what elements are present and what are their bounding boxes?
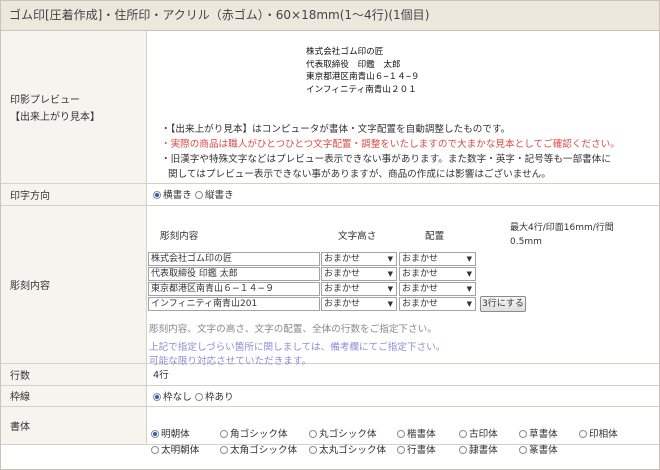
engraving-max-info: 最大4行/印面16mm/行間 0.5mm xyxy=(510,223,614,247)
radio-icon[interactable] xyxy=(151,446,159,454)
radio-icon[interactable] xyxy=(519,446,527,454)
direction-row: 印字方向 横書き 縦書き xyxy=(1,183,659,206)
font-option-gyosho[interactable]: 行書体 xyxy=(397,442,436,456)
line-count-row: 行数 4行 xyxy=(1,363,659,386)
frame-label: 枠線 xyxy=(1,385,147,407)
preview-note-warning: ・実際の商品は職人がひとつひとつ文字配置・調整をいたしますので大まかな見本として… xyxy=(161,138,620,150)
engraving-line-2-align-select[interactable]: おまかせ ▼ xyxy=(399,267,476,281)
preview-note: 関してはプレビュー表示できない事がありますが、商品の作成には影響はございません。 xyxy=(168,168,551,180)
engraving-line-1-height-select[interactable]: おまかせ ▼ xyxy=(321,252,397,266)
engraving-hint: 彫刻内容、文字の高さ、文字の配置、全体の行数をご指定下さい。 xyxy=(149,324,437,335)
radio-icon[interactable] xyxy=(220,446,228,454)
engraving-col-height: 文字高さ xyxy=(338,231,377,242)
engraving-line-4-align-select[interactable]: おまかせ ▼ xyxy=(399,297,476,311)
page-title: ゴム印[圧着作成]・住所印・アクリル（赤ゴム）・60×18mm(1〜4行)(1個… xyxy=(1,1,659,31)
preview-image-line: 代表取締役 印鑑 太郎 xyxy=(306,59,401,70)
font-option-koin[interactable]: 古印体 xyxy=(459,426,498,440)
radio-icon[interactable] xyxy=(153,191,161,199)
engraving-note-line2: 可能な限り対応させていただきます。 xyxy=(149,356,312,367)
preview-image-line: 東京都港区南青山６−１４−９ xyxy=(306,72,420,82)
preview-image-line: インフィニティ南青山２０１ xyxy=(306,84,417,95)
font-option-inso[interactable]: 印相体 xyxy=(579,426,618,440)
frame-option-with[interactable]: 枠あり xyxy=(194,392,234,403)
direction-option-horizontal[interactable]: 横書き xyxy=(153,190,192,201)
preview-notes: ・【出来上がり見本】はコンピュータが書体・文字配置を自動調整したものです。 ・実… xyxy=(153,122,659,182)
radio-icon[interactable] xyxy=(579,430,587,438)
engraving-line-2-input[interactable]: 代表取締役 印鑑 太郎 xyxy=(148,267,320,281)
direction-option-vertical[interactable]: 縦書き xyxy=(194,190,234,201)
radio-icon[interactable] xyxy=(459,430,467,438)
font-option-kaku-gothic[interactable]: 角ゴシック体 xyxy=(220,426,288,440)
dropdown-arrow-icon: ▼ xyxy=(387,270,393,278)
font-option-maru-gothic[interactable]: 丸ゴシック体 xyxy=(309,426,377,440)
dropdown-arrow-icon: ▼ xyxy=(387,300,393,308)
font-option-tensho[interactable]: 篆書体 xyxy=(519,442,558,456)
engraving-line-1-align-select[interactable]: おまかせ ▼ xyxy=(399,252,476,266)
frame-option-none[interactable]: 枠なし xyxy=(153,392,192,403)
font-option-bold-kaku-gothic[interactable]: 太角ゴシック体 xyxy=(220,442,297,456)
dropdown-arrow-icon: ▼ xyxy=(387,255,393,263)
engraving-line-3-height-select[interactable]: おまかせ ▼ xyxy=(321,282,397,296)
radio-icon[interactable] xyxy=(220,430,228,438)
dropdown-arrow-icon: ▼ xyxy=(466,285,472,293)
engraving-line-4-input[interactable]: インフィニティ南青山201 xyxy=(148,297,320,311)
set-three-lines-button[interactable]: 3行にする xyxy=(480,296,526,312)
radio-icon[interactable] xyxy=(397,446,405,454)
radio-icon[interactable] xyxy=(194,191,203,199)
dropdown-arrow-icon: ▼ xyxy=(466,255,472,263)
engraving-note-line1: 上記で指定しづらい箇所に関しましては、備考欄にてご指定下さい。 xyxy=(149,342,446,353)
font-option-sosho[interactable]: 草書体 xyxy=(519,426,558,440)
preview-note: ・旧漢字や特殊文字などはプレビュー表示できない事があります。また数字・英字・記号… xyxy=(161,153,611,165)
preview-label-line1: 印影プレビュー xyxy=(10,94,80,106)
radio-icon[interactable] xyxy=(459,446,467,454)
font-option-bold-maru-gothic[interactable]: 太丸ゴシック体 xyxy=(309,442,386,456)
radio-icon[interactable] xyxy=(309,446,317,454)
radio-icon[interactable] xyxy=(519,430,527,438)
preview-label: 印影プレビュー 【出来上がり見本】 xyxy=(1,31,147,184)
dropdown-arrow-icon: ▼ xyxy=(466,300,472,308)
order-form: ゴム印[圧着作成]・住所印・アクリル（赤ゴム）・60×18mm(1〜4行)(1個… xyxy=(0,0,660,470)
dropdown-arrow-icon: ▼ xyxy=(387,285,393,293)
dropdown-arrow-icon: ▼ xyxy=(466,270,472,278)
engraving-line-3-align-select[interactable]: おまかせ ▼ xyxy=(399,282,476,296)
engraving-col-align: 配置 xyxy=(425,231,445,242)
radio-icon[interactable] xyxy=(309,430,317,438)
font-option-mincho[interactable]: 明朝体 xyxy=(151,426,190,440)
direction-label: 印字方向 xyxy=(1,183,147,206)
preview-image-line: 株式会社ゴム印の匠 xyxy=(306,47,384,57)
line-count-label: 行数 xyxy=(1,363,147,386)
engraving-line-1-input[interactable]: 株式会社ゴム印の匠 xyxy=(148,252,320,266)
font-option-reisho[interactable]: 隷書体 xyxy=(459,442,498,456)
preview-label-line2: 【出来上がり見本】 xyxy=(10,111,100,123)
radio-icon[interactable] xyxy=(153,392,161,401)
frame-row: 枠線 枠なし 枠あり xyxy=(1,385,659,407)
engraving-line-3-input[interactable]: 東京都港区南青山６−１４−９ xyxy=(148,282,320,296)
engraving-col-content: 彫刻内容 xyxy=(160,231,199,242)
engraving-line-2-height-select[interactable]: おまかせ ▼ xyxy=(321,267,397,281)
stamp-preview-image: 株式会社ゴム印の匠 代表取締役 印鑑 太郎 東京都港区南青山６−１４−９ インフ… xyxy=(306,46,466,104)
radio-icon[interactable] xyxy=(151,430,159,438)
radio-icon[interactable] xyxy=(397,430,405,438)
engraving-line-4-height-select[interactable]: おまかせ ▼ xyxy=(321,297,397,311)
font-option-bold-mincho[interactable]: 太明朝体 xyxy=(151,442,199,456)
preview-note: ・【出来上がり見本】はコンピュータが書体・文字配置を自動調整したものです。 xyxy=(161,123,511,135)
engraving-label: 彫刻内容 xyxy=(1,205,147,364)
font-option-kaisho[interactable]: 楷書体 xyxy=(397,426,436,440)
font-label: 書体 xyxy=(1,406,147,445)
radio-icon[interactable] xyxy=(194,392,203,401)
